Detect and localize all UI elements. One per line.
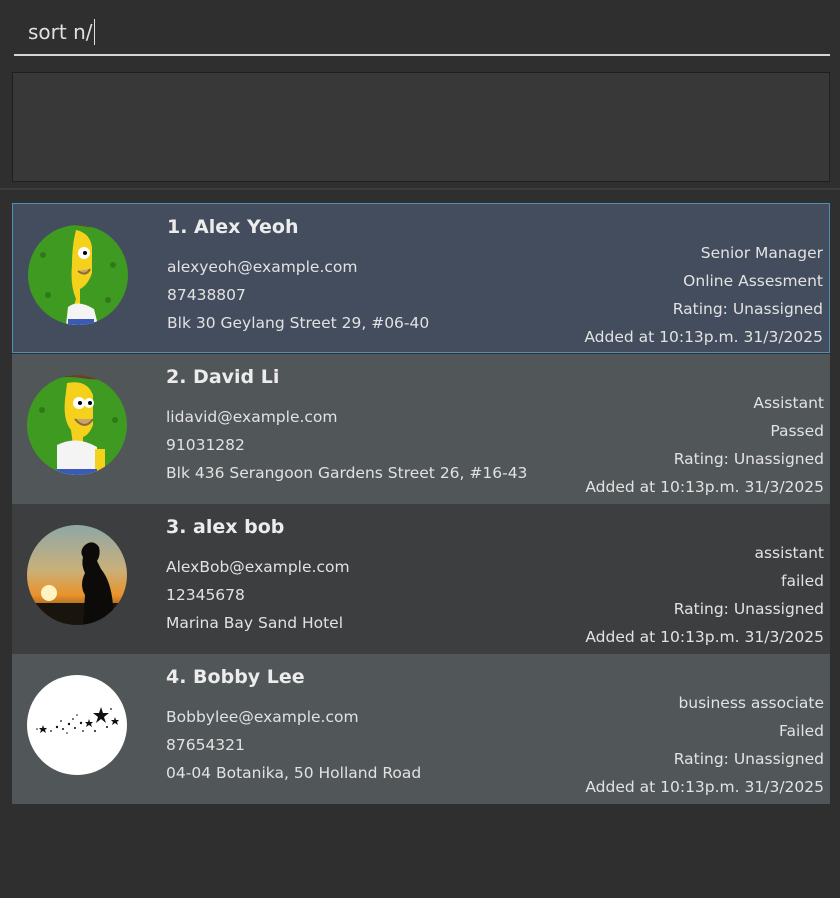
- command-input-text: sort n/: [28, 20, 93, 44]
- person-role: business associate: [678, 694, 824, 712]
- person-card[interactable]: 4. Bobby Lee Bobbylee@example.com 876543…: [12, 654, 830, 804]
- result-display[interactable]: [12, 72, 830, 182]
- text-caret: [93, 19, 95, 45]
- person-name: 2. David Li: [166, 366, 280, 388]
- person-status: Passed: [770, 422, 824, 440]
- person-status: Failed: [779, 722, 824, 740]
- person-role: Assistant: [753, 394, 824, 412]
- person-email: AlexBob@example.com: [166, 558, 350, 576]
- person-added-time: Added at 10:13p.m. 31/3/2025: [584, 328, 823, 346]
- person-rating: Rating: Unassigned: [672, 300, 823, 318]
- person-address: 04-04 Botanika, 50 Holland Road: [166, 764, 422, 782]
- person-card[interactable]: 2. David Li lidavid@example.com 91031282…: [12, 354, 830, 504]
- command-input[interactable]: sort n/: [14, 10, 830, 56]
- person-address: Blk 436 Serangoon Gardens Street 26, #16…: [166, 464, 528, 482]
- stars-avatar-icon: [27, 675, 127, 775]
- sunset-silhouette-avatar-icon: [27, 525, 127, 625]
- person-phone: 87654321: [166, 736, 245, 754]
- person-email: alexyeoh@example.com: [167, 258, 358, 276]
- person-role: assistant: [754, 544, 824, 562]
- person-rating: Rating: Unassigned: [673, 600, 824, 618]
- homer-bush-avatar-icon: [27, 375, 127, 475]
- person-role: Senior Manager: [700, 244, 823, 262]
- person-phone: 87438807: [167, 286, 246, 304]
- person-added-time: Added at 10:13p.m. 31/3/2025: [585, 778, 824, 796]
- homer-bush-avatar-icon: [28, 225, 128, 325]
- person-name: 3. alex bob: [166, 516, 285, 538]
- person-phone: 12345678: [166, 586, 245, 604]
- person-status: Online Assesment: [683, 272, 823, 290]
- person-name: 4. Bobby Lee: [166, 666, 305, 688]
- person-phone: 91031282: [166, 436, 245, 454]
- person-added-time: Added at 10:13p.m. 31/3/2025: [585, 478, 824, 496]
- person-status: failed: [781, 572, 824, 590]
- person-name: 1. Alex Yeoh: [167, 216, 299, 238]
- person-email: Bobbylee@example.com: [166, 708, 359, 726]
- person-added-time: Added at 10:13p.m. 31/3/2025: [585, 628, 824, 646]
- person-rating: Rating: Unassigned: [673, 750, 824, 768]
- person-address: Marina Bay Sand Hotel: [166, 614, 344, 632]
- person-email: lidavid@example.com: [166, 408, 338, 426]
- result-display-panel: [0, 64, 840, 190]
- person-card[interactable]: 3. alex bob AlexBob@example.com 12345678…: [12, 504, 830, 654]
- person-card[interactable]: 1. Alex Yeoh alexyeoh@example.com 874388…: [12, 203, 830, 353]
- person-address: Blk 30 Geylang Street 29, #06-40: [167, 314, 430, 332]
- command-box: sort n/: [0, 0, 840, 66]
- person-list[interactable]: 1. Alex Yeoh alexyeoh@example.com 874388…: [0, 190, 840, 898]
- person-rating: Rating: Unassigned: [673, 450, 824, 468]
